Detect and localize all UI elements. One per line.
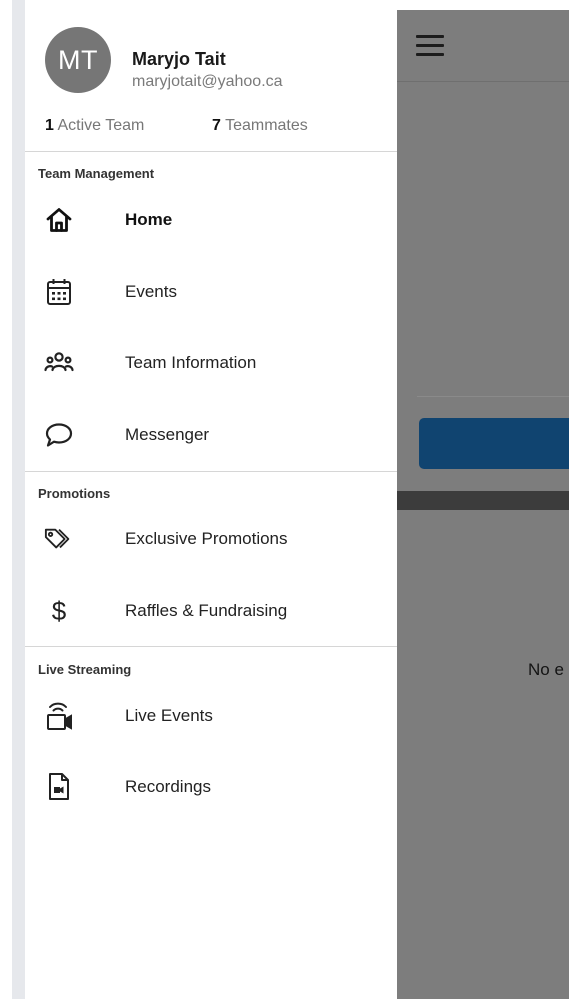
section-title-promotions: Promotions <box>38 486 111 501</box>
primary-action-button[interactable] <box>419 418 569 469</box>
hamburger-menu-icon[interactable] <box>416 35 444 57</box>
nav-label-exclusive-promotions: Exclusive Promotions <box>125 529 288 548</box>
nav-label-raffles-fundraising: Raffles & Fundraising <box>125 601 288 620</box>
nav-item-raffles-fundraising[interactable]: $ Raffles & Fundraising <box>25 583 397 639</box>
nav-label-events: Events <box>125 282 177 301</box>
active-team-label: Active Team <box>57 117 145 134</box>
nav-item-team-information[interactable]: Team Information <box>25 335 397 391</box>
live-camera-icon <box>44 701 74 731</box>
divider <box>25 646 397 647</box>
active-team-stat: 1 Active Team <box>45 117 144 135</box>
nav-label-messenger: Messenger <box>125 425 210 444</box>
user-name: Maryjo Tait <box>132 49 226 69</box>
nav-item-messenger[interactable]: Messenger <box>25 407 397 463</box>
team-icon <box>44 348 74 378</box>
dark-band <box>397 491 569 510</box>
home-icon <box>44 205 74 235</box>
left-edge-bar <box>12 0 25 999</box>
teammates-count: 7 <box>212 117 221 134</box>
divider <box>25 151 397 152</box>
navigation-drawer: MT Maryjo Tait maryjotait@yahoo.ca 1 Act… <box>25 0 397 999</box>
user-email: maryjotait@yahoo.ca <box>132 73 283 90</box>
nav-item-live-events[interactable]: Live Events <box>25 688 397 744</box>
dollar-icon: $ <box>44 596 74 626</box>
empty-state-text: No e <box>528 660 564 679</box>
content-divider <box>417 396 569 397</box>
chat-bubble-icon <box>44 420 74 450</box>
svg-text:$: $ <box>52 596 67 626</box>
calendar-icon <box>44 277 74 307</box>
nav-item-recordings[interactable]: Recordings <box>25 759 397 815</box>
avatar[interactable]: MT <box>45 27 111 93</box>
video-file-icon <box>44 772 74 802</box>
nav-label-recordings: Recordings <box>125 777 211 796</box>
left-edge-strip <box>0 0 25 999</box>
nav-label-team-information: Team Information <box>125 353 257 372</box>
section-title-team-management: Team Management <box>38 166 155 181</box>
teammates-stat: 7 Teammates <box>212 117 308 135</box>
header-divider <box>397 81 569 82</box>
active-team-count: 1 <box>45 117 54 134</box>
divider <box>25 471 397 472</box>
teammates-label: Teammates <box>225 117 308 134</box>
nav-item-events[interactable]: Events <box>25 264 397 320</box>
nav-item-exclusive-promotions[interactable]: Exclusive Promotions <box>25 511 397 567</box>
dimmed-backdrop[interactable]: No e <box>397 10 569 999</box>
tags-icon <box>44 524 74 554</box>
nav-label-home: Home <box>125 210 173 229</box>
nav-item-home[interactable]: Home <box>25 192 397 248</box>
nav-label-live-events: Live Events <box>125 706 213 725</box>
section-title-live-streaming: Live Streaming <box>38 662 132 677</box>
